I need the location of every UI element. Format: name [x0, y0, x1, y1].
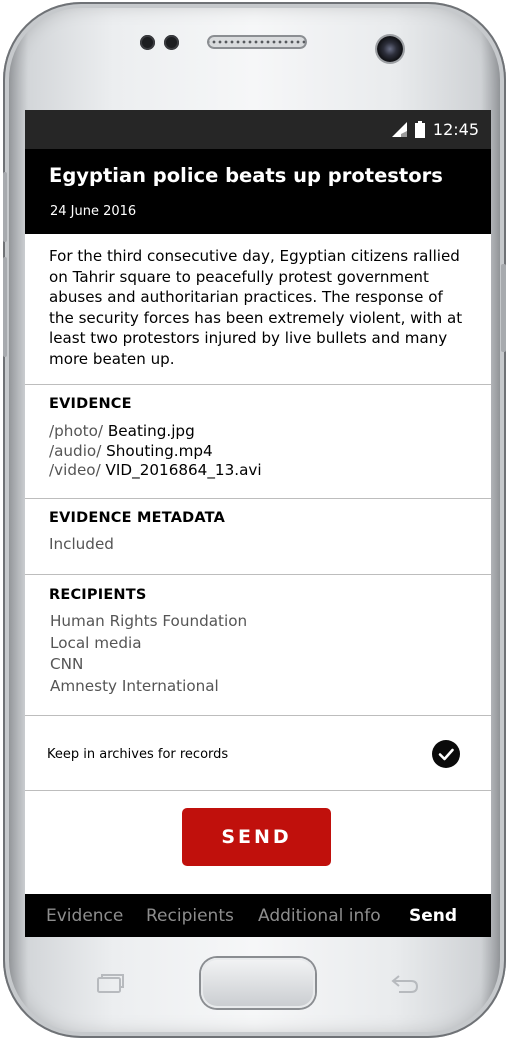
evidence-list: /photo/ Beating.jpg /audio/ Shouting.mp4… [49, 422, 262, 481]
screen: 12:45 Egyptian police beats up protestor… [25, 110, 491, 937]
battery-icon [414, 120, 425, 138]
recipients-heading: RECIPIENTS [49, 587, 147, 603]
evidence-item-photo[interactable]: /photo/ Beating.jpg [49, 422, 262, 442]
bottom-nav: Evidence Recipients Additional info Send [25, 894, 491, 937]
status-icons: 12:45 [391, 119, 479, 139]
volume-up-key [3, 172, 7, 242]
divider [25, 384, 491, 385]
report-header: Egyptian police beats up protestors 24 J… [25, 149, 491, 234]
tab-additional-info[interactable]: Additional info [258, 906, 381, 926]
phone-frame: 12:45 Egyptian police beats up protestor… [3, 2, 506, 1038]
report-date: 24 June 2016 [50, 204, 137, 219]
earpiece-speaker [207, 35, 307, 49]
recipient-item[interactable]: CNN [50, 654, 247, 676]
status-bar: 12:45 [25, 110, 491, 149]
divider [25, 715, 491, 716]
evidence-file: VID_2016864_13.avi [105, 461, 262, 479]
signal-icon [391, 121, 407, 137]
tab-evidence[interactable]: Evidence [46, 906, 123, 926]
tab-send[interactable]: Send [409, 906, 457, 926]
send-button[interactable]: SEND [182, 808, 331, 866]
evidence-file: Shouting.mp4 [106, 441, 213, 460]
front-camera-icon [377, 36, 403, 62]
report-description: For the third consecutive day, Egyptian … [49, 247, 463, 368]
proximity-sensor [140, 35, 155, 50]
evidence-path: /video/ [49, 461, 101, 479]
volume-down-key [3, 257, 7, 357]
archive-label: Keep in archives for records [47, 747, 229, 762]
evidence-item-video[interactable]: /video/ VID_2016864_13.avi [49, 461, 262, 481]
page-title: Egyptian police beats up protestors [49, 164, 443, 187]
status-time: 12:45 [432, 119, 479, 139]
evidence-item-audio[interactable]: /audio/ Shouting.mp4 [49, 442, 262, 462]
divider [25, 790, 491, 791]
light-sensor [164, 35, 179, 50]
tab-recipients[interactable]: Recipients [146, 906, 234, 926]
evidence-file: Beating.jpg [107, 422, 195, 440]
recipients-list: Human Rights Foundation Local media CNN … [50, 611, 247, 697]
archive-checkbox-check-icon[interactable] [432, 740, 460, 768]
evidence-path: /audio/ [49, 441, 102, 460]
recipient-item[interactable]: Local media [50, 633, 247, 655]
evidence-path: /photo/ [49, 422, 104, 440]
divider [25, 574, 491, 575]
power-key [501, 264, 506, 352]
metadata-heading: EVIDENCE METADATA [49, 510, 226, 526]
evidence-heading: EVIDENCE [49, 396, 132, 412]
recents-icon[interactable] [95, 972, 125, 994]
divider [25, 498, 491, 499]
home-button[interactable] [201, 958, 315, 1008]
recipient-item[interactable]: Human Rights Foundation [50, 611, 247, 633]
metadata-value: Included [49, 535, 114, 553]
back-icon[interactable] [387, 972, 421, 994]
recipient-item[interactable]: Amnesty International [50, 676, 247, 698]
